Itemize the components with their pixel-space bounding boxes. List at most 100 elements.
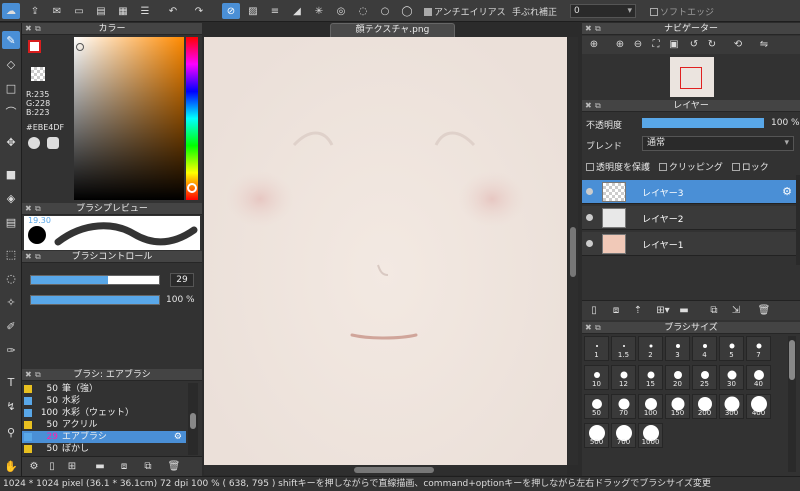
brush-size-option[interactable]: 1000 — [638, 423, 663, 448]
visibility-eye-icon[interactable] — [586, 240, 593, 247]
lines-icon[interactable]: ≡ — [266, 3, 284, 19]
brush-list-item[interactable]: 50 アクリル — [22, 419, 186, 431]
brush-size-option[interactable]: 40 — [746, 365, 771, 390]
snap-circle-icon[interactable]: ○ — [376, 3, 394, 19]
document-icon[interactable]: ▤ — [92, 3, 110, 19]
brush-size-option[interactable]: 70 — [611, 394, 636, 419]
brush-add-icon[interactable]: ⊞ — [64, 460, 80, 474]
layer-folder-icon[interactable]: ▬ — [676, 304, 692, 318]
brush-size-option[interactable]: 200 — [692, 394, 717, 419]
close-icon[interactable]: ✖ — [25, 23, 32, 35]
foreground-color-swatch[interactable] — [28, 40, 41, 53]
close-icon[interactable]: ✖ — [25, 369, 32, 381]
rotate-left-icon[interactable]: ↺ — [686, 38, 702, 52]
eyedropper-tool-icon[interactable]: ⚲ — [2, 423, 20, 441]
popout-icon[interactable]: ⧉ — [35, 251, 41, 263]
comment-icon[interactable]: ✉ — [48, 3, 66, 19]
brush-size-option[interactable]: 20 — [665, 365, 690, 390]
snap-curve-icon[interactable]: ◌ — [354, 3, 372, 19]
rect-select-tool-icon[interactable]: □ — [2, 79, 20, 97]
select-pen-tool-icon[interactable]: ✐ — [2, 317, 20, 335]
layer-row[interactable]: レイヤー2 — [582, 206, 796, 230]
document-tab[interactable]: 顔テクスチャ.png — [330, 23, 455, 37]
brush-size-option[interactable]: 1 — [584, 336, 609, 361]
text-tool-icon[interactable]: T — [2, 373, 20, 391]
menu-list-icon[interactable]: ☰ — [136, 3, 154, 19]
navigator-thumbnail[interactable] — [670, 57, 714, 97]
brush-size-option[interactable]: 500 — [584, 423, 609, 448]
snap-off-icon[interactable]: ◯ — [398, 3, 416, 19]
brush-opacity-slider[interactable] — [30, 295, 160, 305]
magic-wand-tool-icon[interactable]: ✧ — [2, 293, 20, 311]
brush-size-option[interactable]: 300 — [719, 394, 744, 419]
actual-size-icon[interactable]: ▣ — [666, 38, 682, 52]
select-lasso-dotted-icon[interactable]: ◌ — [2, 269, 20, 287]
perspective-icon[interactable]: ◢ — [288, 3, 306, 19]
hue-handle[interactable] — [187, 183, 197, 193]
monitor-icon[interactable]: ▭ — [70, 3, 88, 19]
brush-settings-icon[interactable]: ⚙ — [26, 460, 42, 474]
brush-size-option[interactable]: 100 — [638, 394, 663, 419]
brush-size-option[interactable]: 30 — [719, 365, 744, 390]
brush-size-option[interactable]: 12 — [611, 365, 636, 390]
navigator-viewport-rect[interactable] — [680, 67, 702, 89]
brush-size-option[interactable]: 15 — [638, 365, 663, 390]
brush-delete-icon[interactable]: 🗑 — [166, 460, 182, 474]
select-rect-dotted-icon[interactable]: ⬚ — [2, 245, 20, 263]
popout-icon[interactable]: ⧉ — [595, 100, 601, 112]
close-icon[interactable]: ✖ — [585, 23, 592, 35]
new-layer-icon[interactable]: ▯ — [586, 304, 602, 318]
brush-size-option[interactable]: 10 — [584, 365, 609, 390]
brush-size-option[interactable]: 2 — [638, 336, 663, 361]
new-layer-alt-icon[interactable]: ⧈ — [608, 304, 624, 318]
lasso-tool-icon[interactable]: ⌒ — [2, 103, 20, 121]
layer-row[interactable]: レイヤー1 — [582, 232, 796, 256]
delete-layer-icon[interactable]: 🗑 — [756, 304, 772, 318]
popout-icon[interactable]: ⧉ — [595, 322, 601, 334]
close-icon[interactable]: ✖ — [585, 100, 592, 112]
brush-list-scroll-thumb[interactable] — [190, 413, 196, 429]
close-icon[interactable]: ✖ — [25, 251, 32, 263]
popout-icon[interactable]: ⧉ — [35, 23, 41, 35]
vertical-scroll-thumb[interactable] — [570, 227, 576, 277]
close-icon[interactable]: ✖ — [585, 322, 592, 334]
horizontal-scroll-thumb[interactable] — [354, 467, 434, 473]
palette-icon[interactable] — [28, 137, 40, 149]
redo-icon[interactable]: ↷ — [190, 3, 208, 19]
brush-new-icon[interactable]: ▯ — [44, 460, 60, 474]
brush-size-option[interactable]: 50 — [584, 394, 609, 419]
color-cursor[interactable] — [76, 43, 84, 51]
transparent-swatch[interactable] — [31, 67, 45, 81]
close-icon[interactable]: ✖ — [25, 203, 32, 215]
bucket-tool-icon[interactable]: ◈ — [2, 189, 20, 207]
divide-tool-icon[interactable]: ↯ — [2, 397, 20, 415]
hue-slider[interactable] — [186, 37, 198, 200]
brush-folder-icon[interactable]: ▬ — [92, 460, 108, 474]
brush-tool-icon[interactable]: ✎ — [2, 31, 20, 49]
popout-icon[interactable]: ⧉ — [35, 203, 41, 215]
duplicate-layer-icon[interactable]: ⧉ — [706, 304, 722, 318]
zoom-out-icon[interactable]: ⊖ — [630, 38, 646, 52]
select-eraser-tool-icon[interactable]: ✑ — [2, 341, 20, 359]
canvas-vertical-scrollbar[interactable] — [568, 37, 578, 465]
concentric-icon[interactable]: ◎ — [332, 3, 350, 19]
protect-alpha-checkbox[interactable]: 透明度を保護 — [586, 163, 650, 173]
undo-icon[interactable]: ↶ — [164, 3, 182, 19]
brush-size-option[interactable]: 7 — [746, 336, 771, 361]
stabilizer-select[interactable]: 0 — [570, 4, 636, 18]
saturation-value-field[interactable] — [74, 37, 184, 200]
clipping-checkbox[interactable]: クリッピング — [658, 163, 723, 173]
brush-list-item[interactable]: 100 水彩（ウェット） — [22, 407, 186, 419]
layer-row[interactable]: レイヤー3 ⚙ — [582, 180, 796, 204]
app-logo-icon[interactable]: ☁ — [2, 3, 20, 19]
move-tool-icon[interactable]: ✥ — [2, 133, 20, 151]
export-icon[interactable]: ⇪ — [26, 3, 44, 19]
brush-size-option[interactable]: 700 — [611, 423, 636, 448]
popout-icon[interactable]: ⧉ — [595, 23, 601, 35]
brush-list-item[interactable]: 50 筆（強） — [22, 383, 186, 395]
layer-opacity-slider[interactable] — [642, 118, 764, 128]
brush-size-option[interactable]: 3 — [665, 336, 690, 361]
import-layer-icon[interactable]: ⇡ — [630, 304, 646, 318]
brush-size-option[interactable]: 1.5 — [611, 336, 636, 361]
brush-list-item[interactable]: 50 ぼかし — [22, 443, 186, 455]
